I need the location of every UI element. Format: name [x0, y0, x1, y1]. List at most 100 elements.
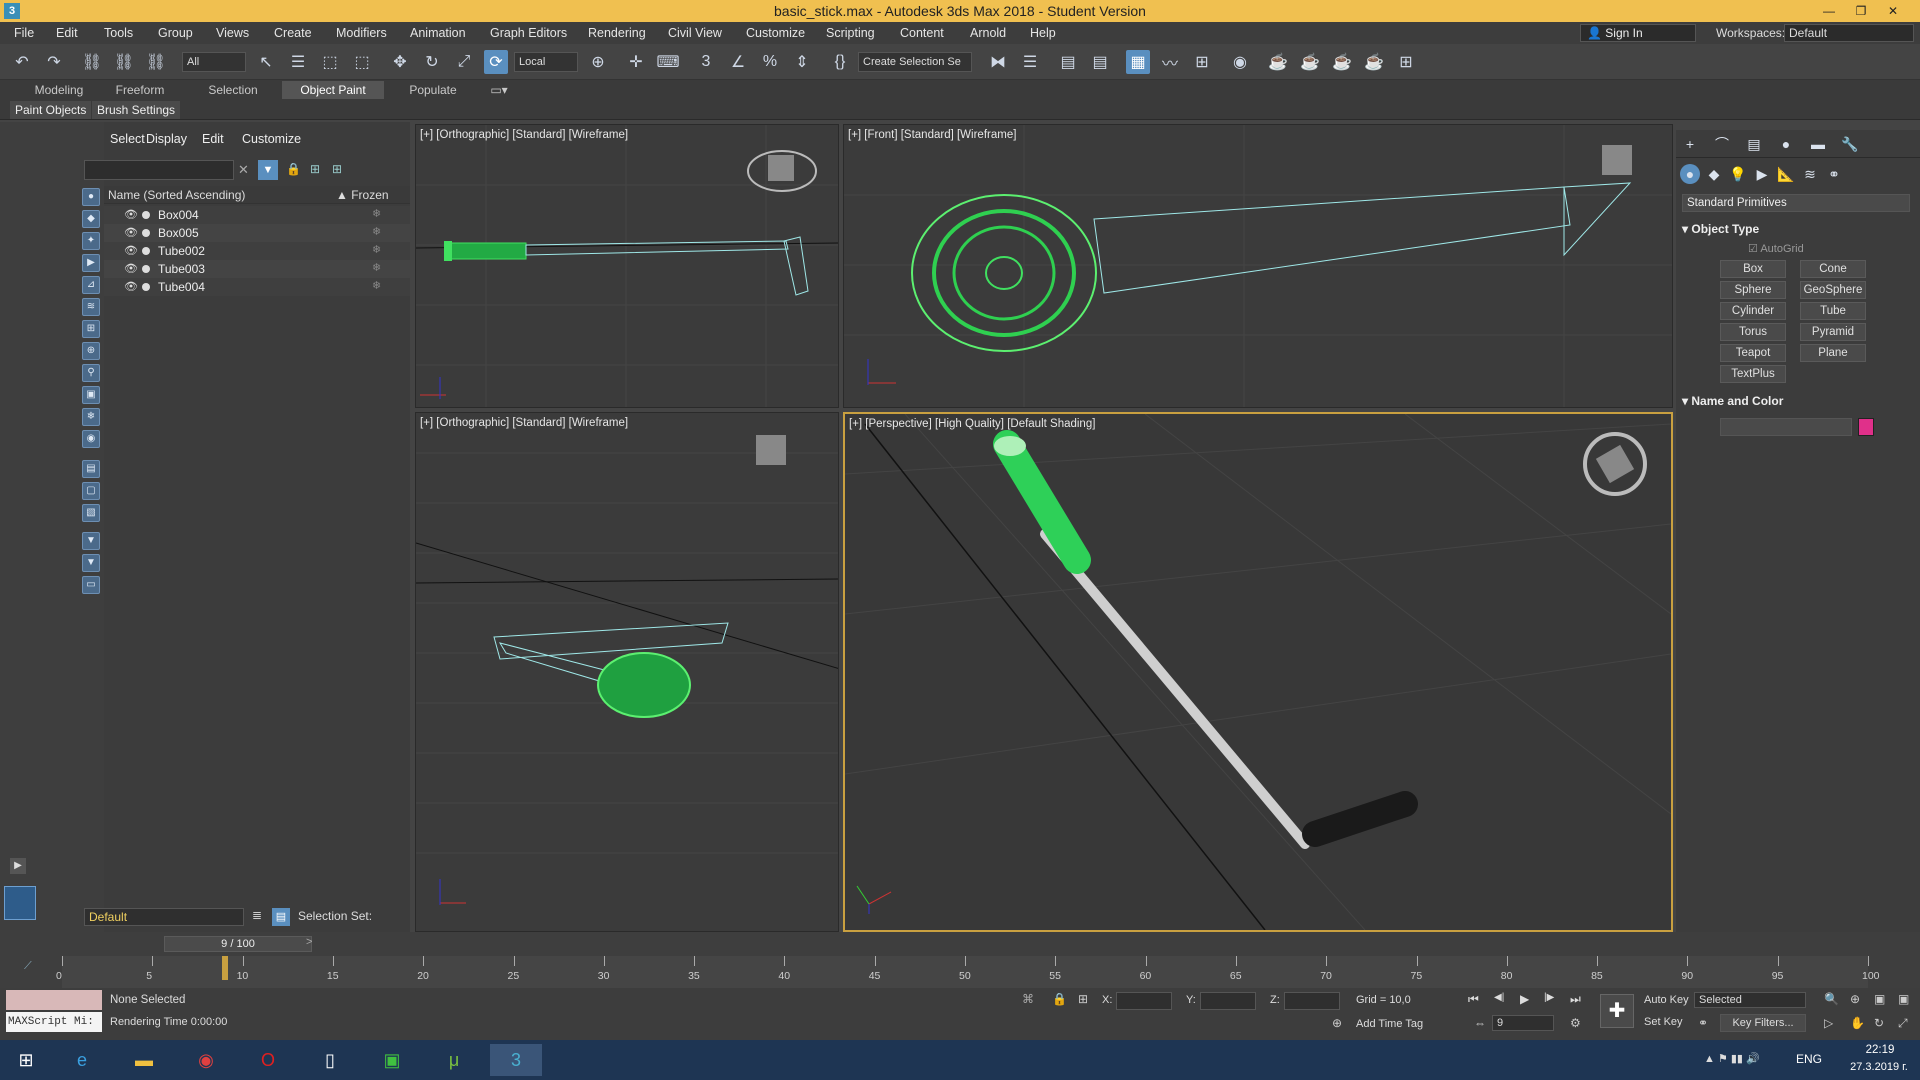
- edit-named-sets-icon[interactable]: {}: [828, 50, 852, 74]
- visibility-icon[interactable]: 👁: [124, 226, 138, 239]
- key-filters-button[interactable]: Key Filters...: [1720, 1014, 1806, 1032]
- schematic-view-icon[interactable]: ⊞: [1190, 50, 1214, 74]
- percent-snap-icon[interactable]: %: [758, 50, 782, 74]
- curve-editor-icon[interactable]: 〰: [1158, 50, 1182, 74]
- menu-edit[interactable]: Edit: [52, 22, 82, 44]
- viewport-label[interactable]: [+] [Orthographic] [Standard] [Wireframe…: [420, 417, 628, 429]
- plane-button[interactable]: Plane: [1800, 344, 1866, 362]
- viewport-label[interactable]: [+] [Orthographic] [Standard] [Wireframe…: [420, 129, 628, 141]
- placement-icon[interactable]: ⟳: [484, 50, 508, 74]
- utorrent-icon[interactable]: μ: [428, 1044, 480, 1076]
- pivot-center-icon[interactable]: ⊕: [586, 50, 610, 74]
- cylinder-button[interactable]: Cylinder: [1720, 302, 1786, 320]
- tab-modeling[interactable]: Modeling: [14, 81, 104, 99]
- select-by-name-icon[interactable]: ☰: [286, 50, 310, 74]
- menu-tools[interactable]: Tools: [100, 22, 137, 44]
- select-container-icon[interactable]: ▭: [82, 576, 100, 594]
- selection-set-icon[interactable]: ▤: [272, 908, 290, 926]
- time-config-icon[interactable]: ⚙: [1570, 1016, 1581, 1030]
- display-xrefs-icon[interactable]: ⊕: [82, 342, 100, 360]
- hierarchy-tab-icon[interactable]: ▤: [1744, 134, 1764, 154]
- notepad-icon[interactable]: ▯: [304, 1044, 356, 1076]
- render-dot-icon[interactable]: [142, 247, 150, 255]
- display-hidden-icon[interactable]: ◉: [82, 430, 100, 448]
- play-icon[interactable]: ▶: [1520, 992, 1529, 1006]
- cone-button[interactable]: Cone: [1800, 260, 1866, 278]
- primitive-category-dropdown[interactable]: Standard Primitives: [1682, 194, 1910, 212]
- menu-content[interactable]: Content: [896, 22, 948, 44]
- selection-set-dropdown[interactable]: Create Selection Se: [858, 52, 972, 72]
- render-setup-icon[interactable]: ☕: [1266, 50, 1290, 74]
- display-cameras-icon[interactable]: ▶: [82, 254, 100, 272]
- layer-dropdown[interactable]: Default: [84, 908, 244, 926]
- y-coordinate-input[interactable]: [1200, 992, 1256, 1010]
- mirror-icon[interactable]: ⧓: [986, 50, 1010, 74]
- menu-arnold[interactable]: Arnold: [966, 22, 1010, 44]
- next-key-icon[interactable]: |▶: [1544, 992, 1554, 1003]
- opera-icon[interactable]: O: [242, 1044, 294, 1076]
- display-tab-icon[interactable]: ▬: [1808, 134, 1828, 154]
- name-color-rollout[interactable]: ▾ Name and Color: [1682, 394, 1783, 408]
- key-set-dropdown[interactable]: Selected: [1694, 992, 1806, 1008]
- render-dot-icon[interactable]: [142, 211, 150, 219]
- utilities-tab-icon[interactable]: 🔧: [1840, 134, 1860, 154]
- menu-animation[interactable]: Animation: [406, 22, 470, 44]
- visibility-icon[interactable]: 👁: [124, 244, 138, 257]
- hierarchy-icon[interactable]: ⊞: [310, 162, 320, 176]
- render-dot-icon[interactable]: [142, 229, 150, 237]
- cameras-icon[interactable]: ▶: [1752, 164, 1772, 184]
- brush-settings-button[interactable]: Brush Settings: [92, 101, 181, 119]
- material-editor-icon[interactable]: ◉: [1228, 50, 1252, 74]
- fov-icon[interactable]: ▷: [1824, 1016, 1833, 1030]
- move-icon[interactable]: ✥: [388, 50, 412, 74]
- prev-key-icon[interactable]: ◀|: [1494, 992, 1504, 1003]
- spacewarps-icon[interactable]: ≋: [1800, 164, 1820, 184]
- helpers-icon[interactable]: 📐: [1776, 164, 1796, 184]
- absolute-mode-icon[interactable]: ⊞: [1078, 992, 1088, 1006]
- visibility-icon[interactable]: 👁: [124, 262, 138, 275]
- restore-button[interactable]: ❐: [1848, 0, 1874, 22]
- display-spacewarps-icon[interactable]: ≋: [82, 298, 100, 316]
- box-button[interactable]: Box: [1720, 260, 1786, 278]
- angle-snap-icon[interactable]: ∠: [726, 50, 750, 74]
- zoom-extents-all-icon[interactable]: ▣: [1898, 992, 1909, 1006]
- ribbon-options-icon[interactable]: ▭▾: [484, 81, 514, 99]
- menu-rendering[interactable]: Rendering: [584, 22, 650, 44]
- set-key-button[interactable]: Set Key: [1644, 1016, 1683, 1028]
- zoom-icon[interactable]: 🔍: [1824, 992, 1839, 1006]
- paint-objects-button[interactable]: Paint Objects: [10, 101, 92, 119]
- selection-filter-dropdown[interactable]: All: [182, 52, 246, 72]
- torus-button[interactable]: Torus: [1720, 323, 1786, 341]
- teapot-button[interactable]: Teapot: [1720, 344, 1786, 362]
- viewport-top-left[interactable]: [+] [Orthographic] [Standard] [Wireframe…: [415, 124, 839, 408]
- explorer-row[interactable]: 👁 Tube003 ❄: [104, 260, 410, 278]
- bind-spacewarp-icon[interactable]: ⛓: [144, 50, 168, 74]
- app-icon[interactable]: 3: [4, 3, 20, 19]
- explorer-search-input[interactable]: [84, 160, 234, 180]
- explorer-menu-display[interactable]: Display: [146, 132, 187, 146]
- tab-selection[interactable]: Selection: [190, 81, 276, 99]
- keyboard-shortcut-icon[interactable]: ⌨: [656, 50, 680, 74]
- layer-explorer-icon[interactable]: ▤: [1088, 50, 1112, 74]
- rotate-icon[interactable]: ↻: [420, 50, 444, 74]
- menu-scripting[interactable]: Scripting: [822, 22, 879, 44]
- explorer-row[interactable]: 👁 Tube002 ❄: [104, 242, 410, 260]
- tab-freeform[interactable]: Freeform: [100, 81, 180, 99]
- visibility-icon[interactable]: 👁: [124, 208, 138, 221]
- clear-search-icon[interactable]: ✕: [238, 162, 249, 178]
- display-lights-icon[interactable]: ✦: [82, 232, 100, 250]
- clock-time[interactable]: 22:19: [1848, 1044, 1912, 1056]
- snaps-toggle-icon[interactable]: 3: [694, 50, 718, 74]
- set-key-big-icon[interactable]: ✚: [1600, 994, 1634, 1028]
- playhead[interactable]: [221, 956, 228, 980]
- tube-button[interactable]: Tube: [1800, 302, 1866, 320]
- reference-coord-dropdown[interactable]: Local: [514, 52, 578, 72]
- workspace-select[interactable]: Default: [1784, 24, 1914, 42]
- motion-tab-icon[interactable]: ●: [1776, 134, 1796, 154]
- render-production-icon[interactable]: ☕: [1330, 50, 1354, 74]
- object-color-swatch[interactable]: [1858, 418, 1874, 436]
- filter-icon[interactable]: ▼: [82, 532, 100, 550]
- rendered-frame-icon[interactable]: ☕: [1298, 50, 1322, 74]
- menu-help[interactable]: Help: [1026, 22, 1060, 44]
- display-containers-icon[interactable]: ▣: [82, 386, 100, 404]
